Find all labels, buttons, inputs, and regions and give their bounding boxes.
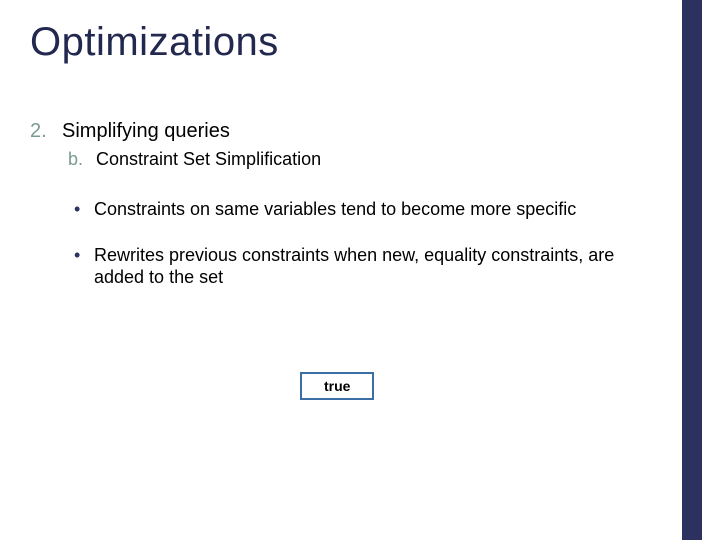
slide-content: 2. Simplifying queries b. Constraint Set… — [30, 120, 640, 312]
slide-title: Optimizations — [30, 20, 279, 65]
list-number-outer: 2. — [30, 120, 62, 143]
bullet-text: Constraints on same variables tend to be… — [94, 198, 576, 220]
bullet-item: • Constraints on same variables tend to … — [74, 198, 640, 220]
list-text-inner: Constraint Set Simplification — [96, 149, 321, 170]
accent-bar — [682, 0, 702, 540]
list-text-outer: Simplifying queries — [62, 120, 230, 143]
list-item-inner: b. Constraint Set Simplification — [68, 149, 640, 170]
bullet-dot-icon: • — [74, 244, 94, 266]
list-number-inner: b. — [68, 149, 96, 170]
result-box: true — [300, 372, 374, 400]
list-item-outer: 2. Simplifying queries — [30, 120, 640, 143]
bullet-item: • Rewrites previous constraints when new… — [74, 244, 640, 288]
bullet-dot-icon: • — [74, 198, 94, 220]
bullet-text: Rewrites previous constraints when new, … — [94, 244, 640, 288]
